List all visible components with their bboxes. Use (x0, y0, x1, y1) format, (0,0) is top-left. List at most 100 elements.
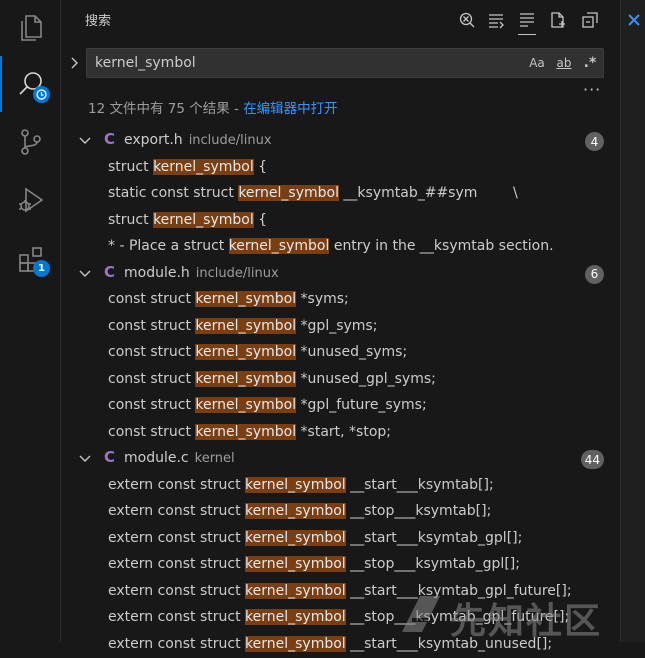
match-prefix: extern const struct (108, 636, 245, 652)
match-suffix: __start___ksymtab_gpl[]; (346, 530, 523, 546)
match-highlight: kernel_symbol (245, 636, 346, 652)
match-result-row[interactable]: struct kernel_symbol { (62, 208, 620, 235)
match-prefix: const struct (108, 344, 195, 360)
match-line: extern const struct kernel_symbol __stop… (108, 609, 569, 625)
match-result-row[interactable]: extern const struct kernel_symbol __star… (62, 579, 620, 606)
more-actions-icon[interactable]: ··· (583, 80, 601, 99)
match-highlight: kernel_symbol (195, 397, 296, 413)
chevron-down-icon[interactable] (78, 267, 92, 281)
match-highlight: kernel_symbol (245, 530, 346, 546)
toggle-replace-icon[interactable] (68, 54, 82, 72)
match-suffix: *unused_gpl_syms; (296, 371, 436, 387)
match-highlight: kernel_symbol (245, 609, 346, 625)
match-line: const struct kernel_symbol *unused_syms; (108, 344, 407, 360)
file-name: module.h include/linux (124, 265, 279, 281)
search-icon[interactable] (0, 56, 61, 112)
match-result-row[interactable]: static const struct kernel_symbol __ksym… (62, 181, 620, 208)
file-name-text: export.h (124, 132, 183, 148)
match-result-row[interactable]: extern const struct kernel_symbol __star… (62, 632, 620, 658)
match-result-row[interactable]: extern const struct kernel_symbol __stop… (62, 605, 620, 632)
sidebar-title: 搜索 (85, 10, 111, 29)
file-path: include/linux (189, 133, 272, 148)
match-highlight: kernel_symbol (245, 503, 346, 519)
match-prefix: const struct (108, 371, 195, 387)
match-suffix: *unused_syms; (296, 344, 407, 360)
collapse-all-icon[interactable] (579, 9, 601, 31)
file-path: include/linux (196, 266, 279, 281)
match-line: extern const struct kernel_symbol __stop… (108, 503, 491, 519)
chevron-down-icon[interactable] (78, 134, 92, 148)
match-result-row[interactable]: * - Place a struct kernel_symbol entry i… (62, 234, 620, 261)
match-result-row[interactable]: const struct kernel_symbol *start, *stop… (62, 420, 620, 447)
match-suffix: __start___ksymtab[]; (346, 477, 494, 493)
match-prefix: struct (108, 212, 153, 228)
match-line: extern const struct kernel_symbol __star… (108, 477, 494, 493)
match-suffix: __stop___ksymtab[]; (346, 503, 492, 519)
match-suffix: *gpl_future_syms; (296, 397, 427, 413)
c-file-icon: C (104, 448, 115, 466)
match-prefix: extern const struct (108, 609, 245, 625)
match-suffix: entry in the __ksymtab section. (329, 238, 553, 254)
match-prefix: struct (108, 159, 153, 175)
open-in-editor-link[interactable]: 在编辑器中打开 (243, 101, 338, 117)
editor-area-edge (620, 0, 645, 642)
match-line: extern const struct kernel_symbol __stop… (108, 556, 520, 572)
search-input[interactable] (87, 49, 523, 77)
chevron-down-icon[interactable] (78, 452, 92, 466)
match-line: const struct kernel_symbol *unused_gpl_s… (108, 371, 436, 387)
file-name: module.ckernel (124, 450, 235, 466)
match-highlight: kernel_symbol (245, 583, 346, 599)
c-file-icon: C (104, 263, 115, 281)
match-result-row[interactable]: struct kernel_symbol { (62, 155, 620, 182)
match-result-row[interactable]: extern const struct kernel_symbol __star… (62, 526, 620, 553)
match-highlight: kernel_symbol (153, 159, 254, 175)
extensions-icon[interactable]: 1 (0, 230, 61, 286)
run-debug-icon[interactable] (0, 172, 61, 228)
match-line: * - Place a struct kernel_symbol entry i… (108, 238, 554, 254)
match-result-row[interactable]: const struct kernel_symbol *gpl_syms; (62, 314, 620, 341)
match-count-badge: 4 (585, 132, 604, 151)
match-result-row[interactable]: const struct kernel_symbol *syms; (62, 287, 620, 314)
match-result-row[interactable]: extern const struct kernel_symbol __star… (62, 473, 620, 500)
match-result-row[interactable]: extern const struct kernel_symbol __stop… (62, 499, 620, 526)
match-prefix: extern const struct (108, 530, 245, 546)
file-result-row[interactable]: Cmodule.hinclude/linux6 (62, 261, 620, 288)
match-prefix: const struct (108, 397, 195, 413)
match-highlight: kernel_symbol (195, 344, 296, 360)
match-line: const struct kernel_symbol *gpl_future_s… (108, 397, 427, 413)
match-suffix: { (254, 159, 267, 175)
explorer-icon[interactable] (0, 0, 61, 56)
match-prefix: const struct (108, 318, 195, 334)
match-result-row[interactable]: extern const struct kernel_symbol __stop… (62, 552, 620, 579)
match-prefix: const struct (108, 424, 195, 440)
match-prefix: extern const struct (108, 583, 245, 599)
match-result-row[interactable]: const struct kernel_symbol *unused_gpl_s… (62, 367, 620, 394)
match-result-row[interactable]: const struct kernel_symbol *unused_syms; (62, 340, 620, 367)
extensions-badge: 1 (33, 260, 50, 277)
match-highlight: kernel_symbol (195, 291, 296, 307)
match-line: struct kernel_symbol { (108, 212, 267, 228)
results-count-text: 12 文件中有 75 个结果 - (88, 101, 243, 117)
match-suffix: __stop___ksymtab_gpl_future[]; (346, 609, 570, 625)
replace-all-icon[interactable] (485, 9, 507, 31)
file-name-text: module.c (124, 450, 189, 466)
file-result-row[interactable]: Cmodule.ckernel44 (62, 446, 620, 473)
whole-word-toggle[interactable]: ab (553, 54, 575, 72)
file-name-text: module.h (124, 265, 190, 281)
source-control-icon[interactable] (0, 114, 61, 170)
new-search-editor-icon[interactable] (547, 9, 569, 31)
search-sidebar: 搜索 Aa ab .* ··· 12 文件中有 75 个结果 - 在编辑器中打开… (62, 0, 620, 642)
file-result-row[interactable]: Cexport.hinclude/linux4 (62, 128, 620, 155)
match-suffix: __stop___ksymtab_gpl[]; (346, 556, 520, 572)
match-case-toggle[interactable]: Aa (528, 54, 546, 72)
results-summary: 12 文件中有 75 个结果 - 在编辑器中打开 (88, 97, 338, 117)
close-icon (627, 13, 641, 27)
sidebar-header: 搜索 (62, 0, 620, 40)
collapse-view-icon[interactable] (516, 9, 538, 31)
clear-results-icon[interactable] (456, 9, 478, 31)
match-prefix: extern const struct (108, 503, 245, 519)
match-highlight: kernel_symbol (195, 318, 296, 334)
regex-toggle[interactable]: .* (581, 54, 599, 72)
match-prefix: const struct (108, 291, 195, 307)
match-result-row[interactable]: const struct kernel_symbol *gpl_future_s… (62, 393, 620, 420)
